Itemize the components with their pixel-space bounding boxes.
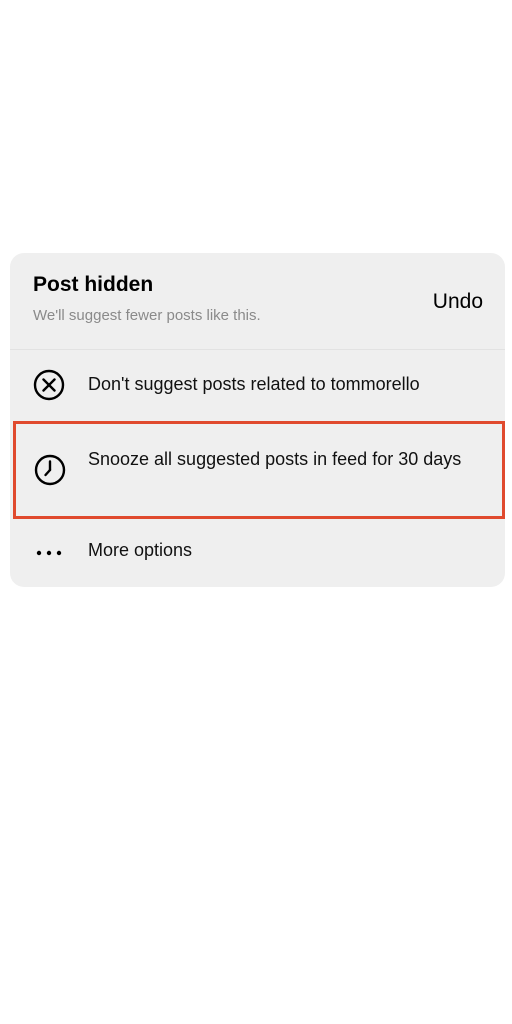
clock-icon: [33, 453, 67, 487]
card-header: Post hidden We'll suggest fewer posts li…: [10, 253, 505, 350]
option-more-options[interactable]: More options: [10, 519, 505, 587]
card-subtitle: We'll suggest fewer posts like this.: [33, 307, 261, 324]
option-label: Don't suggest posts related to tommorell…: [88, 374, 420, 394]
option-label: Snooze all suggested posts in feed for 3…: [88, 449, 462, 469]
option-snooze[interactable]: Snooze all suggested posts in feed for 3…: [13, 421, 505, 519]
more-horizontal-icon: [32, 536, 66, 570]
close-circle-icon: [32, 368, 66, 402]
option-dont-suggest[interactable]: Don't suggest posts related to tommorell…: [10, 350, 505, 422]
undo-button[interactable]: Undo: [433, 290, 483, 314]
post-hidden-card: Post hidden We'll suggest fewer posts li…: [10, 253, 505, 587]
card-title: Post hidden: [33, 273, 154, 296]
option-label: More options: [88, 540, 193, 560]
